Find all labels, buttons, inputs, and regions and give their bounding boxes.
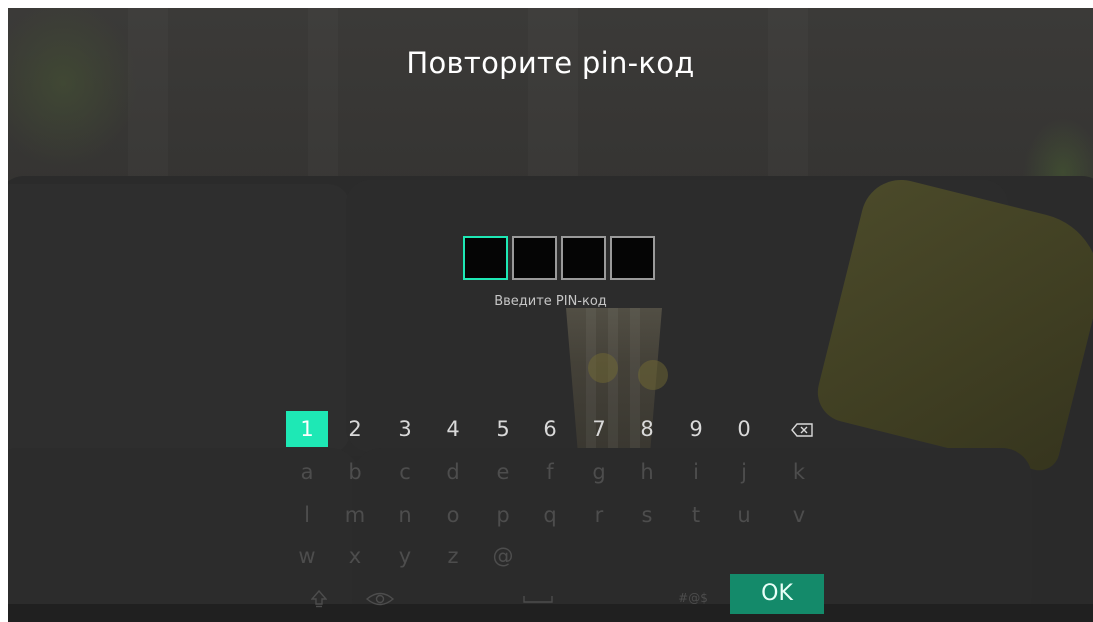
shift-key[interactable] xyxy=(298,580,340,616)
background-plant xyxy=(8,8,138,168)
symbols-key[interactable]: #@$ xyxy=(672,580,714,616)
popcorn-logo xyxy=(638,360,668,390)
backspace-icon xyxy=(791,417,813,441)
shift-icon xyxy=(310,586,328,610)
key-l[interactable]: l xyxy=(286,497,328,533)
key-3[interactable]: 3 xyxy=(384,411,426,447)
key-s[interactable]: s xyxy=(626,497,668,533)
key-v[interactable]: v xyxy=(778,497,820,533)
backspace-key[interactable] xyxy=(781,411,823,447)
page-title: Повторите pin-код xyxy=(406,46,695,80)
key-c[interactable]: c xyxy=(384,454,426,490)
key-y[interactable]: y xyxy=(384,538,426,574)
key-8[interactable]: 8 xyxy=(626,411,668,447)
key-k[interactable]: k xyxy=(778,454,820,490)
key-x[interactable]: x xyxy=(334,538,376,574)
popcorn-logo xyxy=(588,353,618,383)
key-r[interactable]: r xyxy=(578,497,620,533)
key-1[interactable]: 1 xyxy=(286,411,328,447)
ok-button[interactable]: OK xyxy=(730,574,824,614)
key-z[interactable]: z xyxy=(432,538,474,574)
key-9[interactable]: 9 xyxy=(675,411,717,447)
key-e[interactable]: e xyxy=(482,454,524,490)
show-password-key[interactable] xyxy=(359,580,401,616)
wall-panel xyxy=(308,8,338,198)
key-at[interactable]: @ xyxy=(482,538,524,574)
key-p[interactable]: p xyxy=(482,497,524,533)
key-t[interactable]: t xyxy=(675,497,717,533)
key-q[interactable]: q xyxy=(529,497,571,533)
key-f[interactable]: f xyxy=(529,454,571,490)
key-h[interactable]: h xyxy=(626,454,668,490)
key-g[interactable]: g xyxy=(578,454,620,490)
key-m[interactable]: m xyxy=(334,497,376,533)
key-u[interactable]: u xyxy=(723,497,765,533)
pin-hint: Введите PIN-код xyxy=(494,294,607,309)
key-j[interactable]: j xyxy=(723,454,765,490)
key-o[interactable]: o xyxy=(432,497,474,533)
key-a[interactable]: a xyxy=(286,454,328,490)
pin-digit-box[interactable] xyxy=(512,236,557,280)
pin-digit-box[interactable] xyxy=(463,236,508,280)
key-4[interactable]: 4 xyxy=(432,411,474,447)
key-2[interactable]: 2 xyxy=(334,411,376,447)
pin-digit-box[interactable] xyxy=(561,236,606,280)
space-bar-icon xyxy=(523,586,553,610)
key-i[interactable]: i xyxy=(675,454,717,490)
key-n[interactable]: n xyxy=(384,497,426,533)
key-d[interactable]: d xyxy=(432,454,474,490)
key-7[interactable]: 7 xyxy=(578,411,620,447)
pin-input[interactable] xyxy=(463,236,655,280)
key-b[interactable]: b xyxy=(334,454,376,490)
pin-digit-box[interactable] xyxy=(610,236,655,280)
key-6[interactable]: 6 xyxy=(529,411,571,447)
wall-panel xyxy=(528,8,578,198)
key-0[interactable]: 0 xyxy=(723,411,765,447)
space-key[interactable] xyxy=(518,580,558,616)
pin-screen: Повторите pin-код Введите PIN-код 1 2 3 … xyxy=(8,8,1093,622)
wall-panel xyxy=(768,8,808,198)
key-w[interactable]: w xyxy=(286,538,328,574)
eye-icon xyxy=(365,586,395,610)
key-5[interactable]: 5 xyxy=(482,411,524,447)
